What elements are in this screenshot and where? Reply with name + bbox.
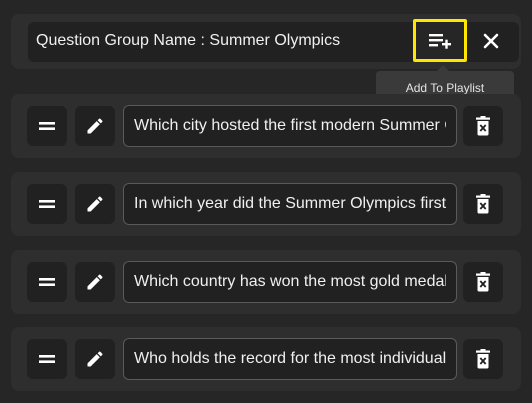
drag-handle-button[interactable]: [27, 106, 67, 146]
close-icon: [483, 33, 499, 49]
edit-question-button[interactable]: [75, 184, 115, 224]
pencil-icon: [87, 118, 103, 134]
drag-handle-icon: [39, 200, 55, 208]
question-row: [11, 172, 521, 236]
question-row: [11, 327, 521, 391]
playlist-add-icon: [429, 33, 451, 49]
trash-icon: [476, 194, 490, 214]
trash-icon: [476, 272, 490, 292]
edit-question-button[interactable]: [75, 339, 115, 379]
pencil-icon: [87, 351, 103, 367]
delete-question-button[interactable]: [463, 106, 503, 146]
pencil-icon: [87, 196, 103, 212]
question-row: [11, 94, 521, 158]
question-text-input[interactable]: [123, 183, 457, 225]
delete-question-button[interactable]: [463, 184, 503, 224]
question-row: [11, 250, 521, 314]
drag-handle-button[interactable]: [27, 262, 67, 302]
edit-question-button[interactable]: [75, 262, 115, 302]
question-text-input[interactable]: [123, 338, 457, 380]
question-group-title: Question Group Name : Summer Olympics: [36, 32, 341, 49]
add-to-playlist-button[interactable]: [413, 19, 467, 62]
trash-icon: [476, 349, 490, 369]
drag-handle-icon: [39, 122, 55, 130]
pencil-icon: [87, 274, 103, 290]
close-button[interactable]: [472, 22, 510, 60]
delete-question-button[interactable]: [463, 262, 503, 302]
drag-handle-icon: [39, 355, 55, 363]
drag-handle-button[interactable]: [27, 339, 67, 379]
edit-question-button[interactable]: [75, 106, 115, 146]
question-text-input[interactable]: [123, 261, 457, 303]
trash-icon: [476, 116, 490, 136]
drag-handle-button[interactable]: [27, 184, 67, 224]
drag-handle-icon: [39, 278, 55, 286]
question-text-input[interactable]: [123, 105, 457, 147]
delete-question-button[interactable]: [463, 339, 503, 379]
